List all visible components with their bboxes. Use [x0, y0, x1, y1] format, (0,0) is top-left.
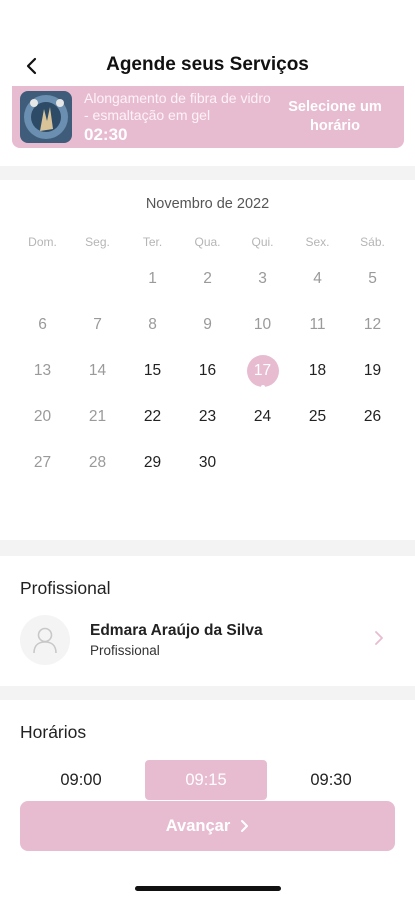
weekday-label: Qui.: [251, 235, 274, 249]
chevron-right-icon[interactable]: [374, 630, 384, 651]
service-duration: 02:30: [84, 124, 128, 144]
calendar-day[interactable]: 25: [290, 399, 345, 435]
calendar-weekdays: Dom. Seg. Ter. Qua. Qui. Sex. Sáb.: [15, 235, 400, 249]
service-thumbnail: [20, 91, 72, 143]
calendar-day: 13: [33, 362, 52, 379]
calendar-day: 6: [38, 316, 47, 333]
service-banner: Alongamento de fibra de vidro - esmaltaç…: [12, 86, 404, 148]
calendar-day: 20: [33, 408, 52, 425]
calendar-day: 12: [363, 316, 382, 333]
calendar-day[interactable]: 26: [345, 399, 400, 435]
calendar-day: 4: [313, 270, 322, 287]
calendar-week: 6 7 8 9 10 11 12: [15, 307, 400, 343]
calendar-day[interactable]: 19: [345, 353, 400, 389]
select-time-label[interactable]: Selecione um horário: [280, 98, 390, 136]
weekday-label: Qua.: [194, 235, 221, 249]
professional-section-title: Profissional: [20, 578, 111, 598]
calendar-day: 9: [203, 316, 212, 333]
calendar-day[interactable]: 23: [180, 399, 235, 435]
weekday-label: Sex.: [305, 235, 330, 249]
calendar-day: 5: [368, 270, 377, 287]
calendar-day: 28: [88, 454, 107, 471]
home-indicator: [135, 886, 281, 891]
calendar-day: 8: [148, 316, 157, 333]
calendar-day: 27: [33, 454, 52, 471]
professional-row[interactable]: Edmara Araújo da Silva Profissional: [20, 612, 400, 668]
calendar-month-label: Novembro de 2022: [145, 196, 270, 212]
calendar-day: 10: [253, 316, 272, 333]
time-slot[interactable]: 09:00: [20, 760, 142, 800]
calendar-day: 3: [258, 270, 267, 287]
advance-button-label: Avançar: [165, 816, 231, 835]
calendar-day: 1: [148, 270, 157, 287]
user-icon: [33, 627, 57, 654]
page-title: Agende seus Serviços: [106, 54, 309, 75]
calendar-day[interactable]: 30: [180, 445, 235, 481]
avatar: [20, 615, 70, 665]
schedule-section-title: Horários: [20, 722, 87, 742]
time-slot-selected[interactable]: 09:15: [145, 760, 267, 800]
time-slot[interactable]: 09:30: [270, 760, 392, 800]
calendar-day: 11: [309, 316, 326, 333]
professional-role: Profissional: [90, 643, 160, 658]
calendar-week: 13 14 15 16 17 18 19: [15, 353, 400, 389]
calendar-day[interactable]: 22: [125, 399, 180, 435]
header: Agende seus Serviços: [0, 0, 415, 86]
weekday-label: Dom.: [28, 235, 57, 249]
advance-button[interactable]: Avançar: [20, 801, 395, 851]
time-slots-row: 09:00 09:15 09:30: [20, 760, 395, 800]
calendar-day[interactable]: 24: [235, 399, 290, 435]
professional-name: Edmara Araújo da Silva: [90, 622, 263, 639]
calendar-day[interactable]: 29: [125, 445, 180, 481]
calendar-day: 21: [88, 408, 107, 425]
weekday-label: Sáb.: [360, 235, 385, 249]
chevron-right-icon: [241, 820, 249, 832]
calendar-week: 27 28 29 30: [15, 445, 400, 481]
calendar-day-selected[interactable]: 17: [235, 353, 290, 389]
calendar-day: 7: [93, 316, 102, 333]
weekday-label: Seg.: [85, 235, 110, 249]
weekday-label: Ter.: [142, 235, 163, 249]
calendar-day: 14: [88, 362, 107, 379]
calendar-week: 1 2 3 4 5: [15, 261, 400, 297]
calendar-day: 2: [203, 270, 212, 287]
divider: [0, 166, 415, 180]
calendar-week: 20 21 22 23 24 25 26: [15, 399, 400, 435]
calendar-day[interactable]: 15: [125, 353, 180, 389]
calendar-day[interactable]: 18: [290, 353, 345, 389]
divider: [0, 540, 415, 556]
calendar-day[interactable]: 16: [180, 353, 235, 389]
divider: [0, 686, 415, 700]
service-name: Alongamento de fibra de vidro - esmaltaç…: [84, 89, 271, 123]
